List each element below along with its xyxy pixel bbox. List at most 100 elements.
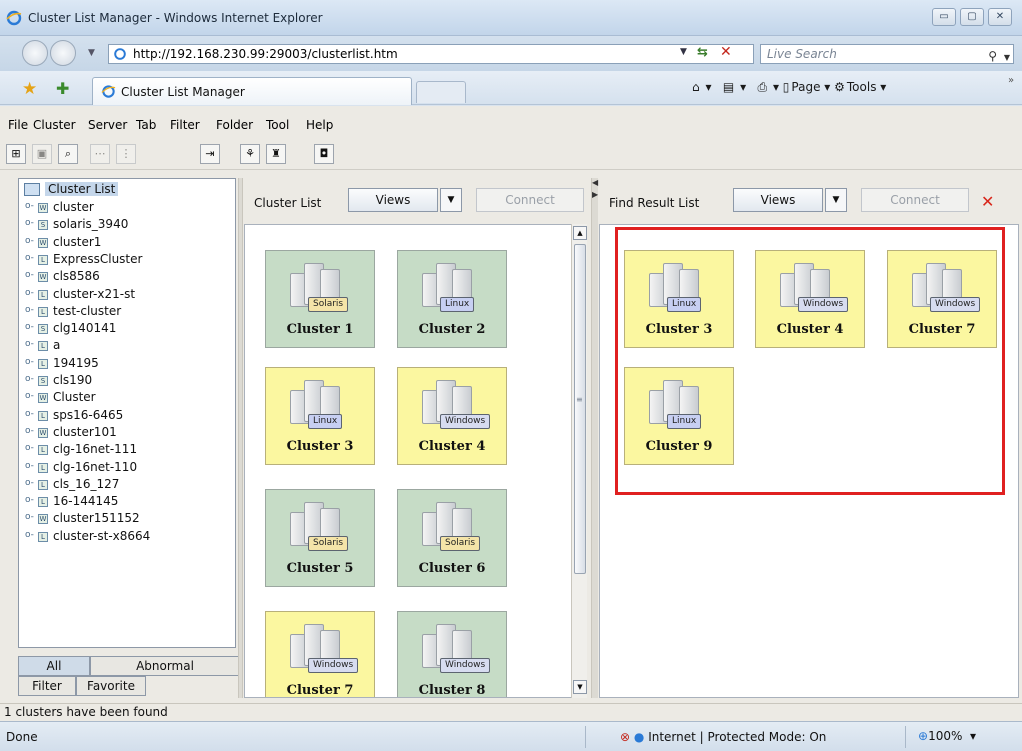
views-button[interactable]: Views bbox=[348, 188, 438, 212]
tree-key-icon[interactable]: o- bbox=[25, 305, 34, 315]
address-dropdown-icon[interactable]: ▼ bbox=[680, 47, 687, 57]
tree-key-icon[interactable]: o- bbox=[25, 512, 34, 522]
print-icon[interactable]: ⎙ bbox=[758, 80, 768, 95]
tab-label: Cluster List Manager bbox=[121, 85, 245, 99]
os-badge: Windows bbox=[308, 658, 359, 673]
tree-root-label[interactable]: Cluster List bbox=[45, 182, 119, 196]
chevron-more-icon[interactable]: » bbox=[1008, 75, 1014, 86]
history-dropdown-icon[interactable]: ▼ bbox=[88, 48, 95, 58]
menu-tab[interactable]: Tab bbox=[136, 118, 156, 132]
cluster-card[interactable]: Solaris Cluster 1 bbox=[265, 250, 375, 348]
menu-file[interactable]: File bbox=[8, 118, 28, 132]
search-dropdown-icon[interactable]: ▼ bbox=[1004, 49, 1010, 67]
feeds-icon[interactable]: ▤ bbox=[723, 80, 734, 94]
favorites-star-icon[interactable]: ★ bbox=[22, 79, 37, 99]
cluster-name: Cluster 8 bbox=[418, 683, 486, 698]
menu-cluster[interactable]: Cluster bbox=[33, 118, 76, 132]
tree-key-icon[interactable]: o- bbox=[25, 288, 34, 298]
cluster-group-icon[interactable]: ♜ bbox=[266, 144, 286, 164]
menu-help[interactable]: Help bbox=[306, 118, 333, 132]
tree-item-label: clg-16net-111 bbox=[53, 442, 138, 457]
tree-key-icon[interactable]: o- bbox=[25, 236, 34, 246]
cluster-tree[interactable]: Cluster List o- Wcluster o- Ssolaris_3940 o-… bbox=[18, 178, 236, 648]
refresh-icon[interactable]: ⇆ bbox=[697, 45, 708, 60]
cluster-card[interactable]: Solaris Cluster 6 bbox=[397, 489, 507, 587]
tree-key-icon[interactable]: o- bbox=[25, 426, 34, 436]
page-menu[interactable]: Page bbox=[791, 80, 820, 94]
back-button[interactable] bbox=[22, 40, 48, 66]
cluster-card[interactable]: Windows Cluster 4 bbox=[397, 367, 507, 465]
find-connect-button[interactable]: Connect bbox=[861, 188, 969, 212]
find-views-dropdown-icon[interactable]: ▼ bbox=[825, 188, 847, 212]
cluster-card[interactable]: Solaris Cluster 5 bbox=[265, 489, 375, 587]
stop-icon[interactable]: ✕ bbox=[720, 44, 732, 60]
menu-filter[interactable]: Filter bbox=[170, 118, 200, 132]
right-splitter[interactable]: ◀ ▶ bbox=[591, 178, 598, 698]
tree-key-icon[interactable]: o- bbox=[25, 409, 34, 419]
cluster-card[interactable]: Windows Cluster 8 bbox=[397, 611, 507, 698]
tree-key-icon[interactable]: o- bbox=[25, 443, 34, 453]
cluster-list-scrollbar[interactable]: ▲ ≡ ▼ bbox=[571, 224, 587, 698]
tree-item-label: ExpressCluster bbox=[53, 251, 143, 266]
collapse-left-icon[interactable]: ◀ bbox=[592, 178, 598, 187]
menu-server[interactable]: Server bbox=[88, 118, 127, 132]
find-views-button[interactable]: Views bbox=[733, 188, 823, 212]
link-disabled-icon[interactable]: ⋯ bbox=[90, 144, 110, 164]
connect-button[interactable]: Connect bbox=[476, 188, 584, 212]
tree-key-icon[interactable]: o- bbox=[25, 461, 34, 471]
export-icon[interactable]: ⇥ bbox=[200, 144, 220, 164]
tree-key-icon[interactable]: o- bbox=[25, 374, 34, 384]
tree-key-icon[interactable]: o- bbox=[25, 495, 34, 505]
scroll-up-icon[interactable]: ▲ bbox=[573, 226, 587, 240]
cluster-card[interactable]: Linux Cluster 2 bbox=[397, 250, 507, 348]
tree-view-icon[interactable]: ⊞ bbox=[6, 144, 26, 164]
cluster-card[interactable]: Windows Cluster 7 bbox=[265, 611, 375, 697]
add-favorite-icon[interactable]: ✚ bbox=[56, 79, 69, 98]
unlink-disabled-icon[interactable]: ⋮ bbox=[116, 144, 136, 164]
tab-cluster-list-manager[interactable]: Cluster List Manager bbox=[92, 77, 412, 105]
home-icon[interactable]: ⌂ bbox=[692, 80, 700, 94]
close-window-button[interactable]: ✕ bbox=[988, 8, 1012, 26]
tree-key-icon[interactable]: o- bbox=[25, 322, 34, 332]
tab-all[interactable]: All bbox=[18, 656, 90, 676]
menu-tool[interactable]: Tool bbox=[266, 118, 289, 132]
cluster-name: Cluster 2 bbox=[418, 322, 486, 337]
new-tab-button[interactable] bbox=[416, 81, 466, 103]
tab-favorite[interactable]: Favorite bbox=[76, 676, 146, 696]
security-zone[interactable]: ⊗ ● Internet | Protected Mode: On bbox=[620, 730, 826, 744]
app-toolbar: ⊞ ▣ ⌕ ⋯ ⋮ ⇥ ⚘ ♜ ◘ bbox=[0, 140, 1022, 170]
find-icon[interactable]: ⌕ bbox=[58, 144, 78, 164]
address-input[interactable]: http://192.168.230.99:29003/clusterlist.… bbox=[108, 44, 754, 64]
tree-key-icon[interactable]: o- bbox=[25, 391, 34, 401]
collapse-right-icon[interactable]: ▶ bbox=[592, 190, 598, 199]
maximize-button[interactable]: ▢ bbox=[960, 8, 984, 26]
tab-filter[interactable]: Filter bbox=[18, 676, 76, 696]
views-dropdown-icon[interactable]: ▼ bbox=[440, 188, 462, 212]
scroll-thumb[interactable]: ≡ bbox=[574, 244, 586, 574]
tree-key-icon[interactable]: o- bbox=[25, 218, 34, 228]
tree-key-icon[interactable]: o- bbox=[25, 339, 34, 349]
zoom-control[interactable]: ⊕100% ▾ bbox=[918, 729, 976, 743]
search-icon[interactable]: ⚲ bbox=[988, 47, 997, 65]
minimize-icon: ▭ bbox=[939, 11, 949, 22]
settings-square-icon[interactable]: ◘ bbox=[314, 144, 334, 164]
tools-menu[interactable]: Tools bbox=[847, 80, 877, 94]
tree-item-label: sps16-6465 bbox=[53, 407, 124, 422]
close-find-result-icon[interactable]: ✕ bbox=[981, 192, 994, 211]
server-disabled-icon[interactable]: ▣ bbox=[32, 144, 52, 164]
tree-key-icon[interactable]: o- bbox=[25, 253, 34, 263]
left-splitter[interactable] bbox=[238, 178, 243, 698]
tree-key-icon[interactable]: o- bbox=[25, 530, 34, 540]
cluster-add-icon[interactable]: ⚘ bbox=[240, 144, 260, 164]
scroll-down-icon[interactable]: ▼ bbox=[573, 680, 587, 694]
tree-key-icon[interactable]: o- bbox=[25, 201, 34, 211]
forward-button[interactable] bbox=[50, 40, 76, 66]
search-input[interactable]: Live Search ⚲ ▼ bbox=[760, 44, 1014, 64]
tree-key-icon[interactable]: o- bbox=[25, 478, 34, 488]
menu-folder[interactable]: Folder bbox=[216, 118, 253, 132]
tree-key-icon[interactable]: o- bbox=[25, 357, 34, 367]
tree-key-icon[interactable]: o- bbox=[25, 270, 34, 280]
tab-abnormal[interactable]: Abnormal bbox=[90, 656, 240, 676]
minimize-button[interactable]: ▭ bbox=[932, 8, 956, 26]
cluster-card[interactable]: Linux Cluster 3 bbox=[265, 367, 375, 465]
